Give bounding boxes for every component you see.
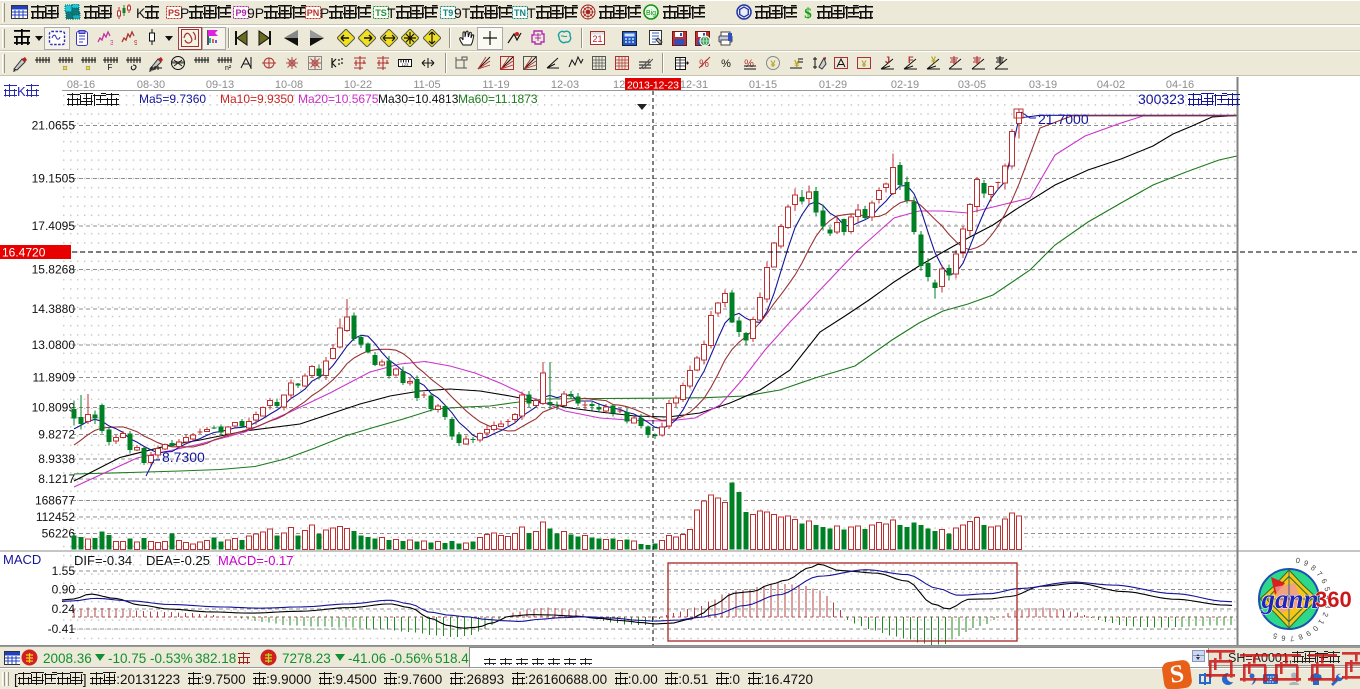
svg-text:10.8099: 10.8099 <box>32 400 76 414</box>
svg-text:04-16: 04-16 <box>1166 79 1194 91</box>
svg-text:%: % <box>744 58 754 70</box>
svg-text:%: % <box>699 58 709 70</box>
svg-text:T9: T9 <box>443 8 454 18</box>
svg-text:Ma10=9.9350: Ma10=9.9350 <box>220 92 294 106</box>
svg-text:09-13: 09-13 <box>206 79 234 91</box>
svg-text:15.8268: 15.8268 <box>32 263 76 277</box>
svg-text:%: % <box>721 58 731 70</box>
svg-text:21.7000: 21.7000 <box>1038 111 1089 127</box>
svg-text:DIF=-0.34: DIF=-0.34 <box>74 553 132 568</box>
svg-text:04-02: 04-02 <box>1097 79 1125 91</box>
svg-text:360: 360 <box>1315 587 1352 612</box>
svg-text:11-05: 11-05 <box>413 79 440 91</box>
svg-text:11.8909: 11.8909 <box>33 371 76 385</box>
svg-text:21.0655: 21.0655 <box>32 119 76 133</box>
svg-text:Ma20=10.5675: Ma20=10.5675 <box>298 92 379 106</box>
svg-text:112452: 112452 <box>36 510 75 524</box>
svg-text:01-15: 01-15 <box>749 79 777 91</box>
svg-text:10-22: 10-22 <box>344 79 372 91</box>
svg-text:12-31: 12-31 <box>680 79 708 91</box>
svg-text:21: 21 <box>592 34 602 44</box>
svg-text:P9: P9 <box>235 8 246 18</box>
svg-text:¤: ¤ <box>85 63 90 72</box>
svg-text:TN: TN <box>514 8 526 18</box>
svg-text:0.90: 0.90 <box>52 583 76 597</box>
svg-text:¤: ¤ <box>62 63 67 72</box>
svg-text:J: J <box>885 55 890 65</box>
svg-text:1.55: 1.55 <box>52 564 76 578</box>
svg-text:¥: ¥ <box>861 59 866 69</box>
svg-text:TS: TS <box>375 8 387 18</box>
svg-text:F: F <box>108 63 113 72</box>
svg-text:F: F <box>908 55 914 65</box>
svg-text:MACD: MACD <box>3 552 41 567</box>
svg-text:01-29: 01-29 <box>819 79 847 91</box>
svg-text:¥: ¥ <box>931 55 936 65</box>
svg-text:3: 3 <box>110 40 113 46</box>
svg-text:8.7300: 8.7300 <box>162 449 205 465</box>
svg-text:-0.41: -0.41 <box>48 622 76 636</box>
svg-text:PN: PN <box>307 8 320 18</box>
svg-text:17.4095: 17.4095 <box>32 219 76 233</box>
svg-text:MACD=-0.17: MACD=-0.17 <box>218 553 294 568</box>
svg-text:Ma5=9.7360: Ma5=9.7360 <box>139 92 206 106</box>
svg-text:gann: gann <box>1260 584 1318 614</box>
svg-text:6: 6 <box>1281 634 1286 643</box>
svg-text:$: $ <box>804 6 812 20</box>
svg-text:¥: ¥ <box>770 59 775 69</box>
svg-text:11-19: 11-19 <box>482 79 509 91</box>
svg-text:12-03: 12-03 <box>551 79 579 91</box>
svg-text:03-05: 03-05 <box>958 79 986 91</box>
svg-text:03-19: 03-19 <box>1029 79 1057 91</box>
svg-text:2013-12-23: 2013-12-23 <box>627 80 679 92</box>
svg-text:14.3880: 14.3880 <box>32 302 76 316</box>
svg-text:13.0800: 13.0800 <box>32 338 76 352</box>
svg-text:10-08: 10-08 <box>275 79 303 91</box>
svg-text:PS: PS <box>168 8 180 18</box>
svg-text:Ma30=10.4813: Ma30=10.4813 <box>378 92 459 106</box>
svg-text:Big: Big <box>646 10 656 17</box>
svg-text:08-30: 08-30 <box>137 79 165 91</box>
svg-text:19.1505: 19.1505 <box>32 171 76 185</box>
svg-text:DEA=-0.25: DEA=-0.25 <box>146 553 210 568</box>
svg-text:8.9338: 8.9338 <box>38 452 75 466</box>
svg-text:0.24: 0.24 <box>52 602 76 616</box>
svg-text:n²: n² <box>225 65 232 72</box>
svg-text:168677: 168677 <box>35 494 75 508</box>
svg-text:Ma60=11.1873: Ma60=11.1873 <box>458 92 538 106</box>
svg-text:300323: 300323 <box>1138 91 1185 107</box>
svg-text:8.1217: 8.1217 <box>38 472 75 486</box>
svg-text:9.8272: 9.8272 <box>38 427 75 441</box>
svg-text:9: 9 <box>134 40 137 46</box>
svg-text:56226: 56226 <box>42 526 76 540</box>
svg-text:08-16: 08-16 <box>67 79 95 91</box>
svg-text:16.4720: 16.4720 <box>2 246 46 260</box>
svg-text:123: 123 <box>402 62 409 67</box>
svg-text:02-19: 02-19 <box>891 79 919 91</box>
